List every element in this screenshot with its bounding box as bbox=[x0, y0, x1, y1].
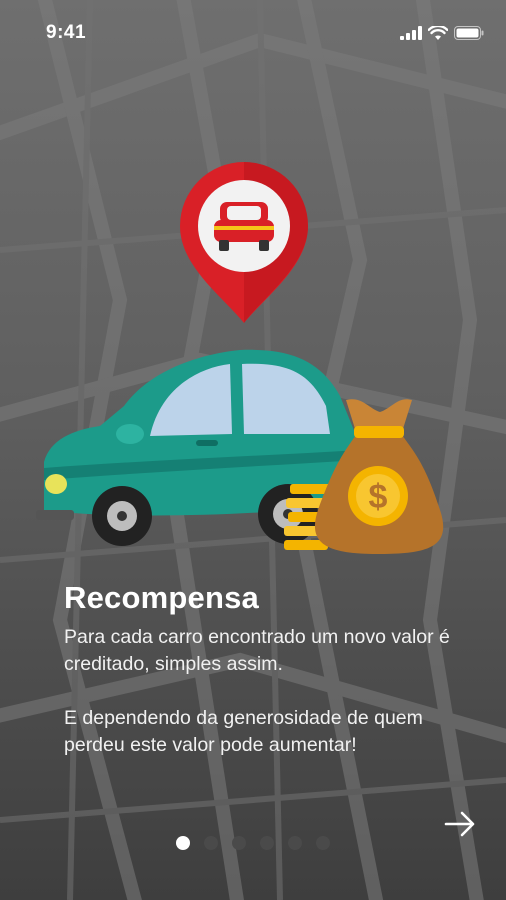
pagination-dot-5[interactable] bbox=[288, 836, 302, 850]
hero-illustration: $ bbox=[36, 162, 444, 554]
onboarding-paragraph-2: E dependendo da generosidade de quem per… bbox=[64, 707, 423, 756]
pagination-dots bbox=[176, 836, 330, 850]
wifi-icon bbox=[428, 25, 448, 40]
pagination-dot-6[interactable] bbox=[316, 836, 330, 850]
status-time: 9:41 bbox=[46, 22, 87, 43]
onboarding-title: Recompensa bbox=[64, 580, 259, 615]
pagination-dot-1[interactable] bbox=[176, 836, 190, 850]
pagination-dot-4[interactable] bbox=[260, 836, 274, 850]
next-button[interactable] bbox=[436, 802, 484, 846]
pagination-dot-3[interactable] bbox=[232, 836, 246, 850]
signal-icon bbox=[400, 26, 422, 40]
pagination-dot-2[interactable] bbox=[204, 836, 218, 850]
battery-icon bbox=[454, 26, 484, 40]
status-bar: 9:41 bbox=[0, 0, 506, 66]
status-icons bbox=[400, 25, 484, 41]
onboarding-text: Recompensa Para cada carro encontrado um… bbox=[64, 580, 464, 759]
onboarding-paragraph-1: Para cada carro encontrado um novo valor… bbox=[64, 626, 450, 675]
svg-text:$: $ bbox=[369, 478, 388, 516]
car-location-pin-icon bbox=[180, 162, 308, 323]
arrow-right-icon bbox=[444, 811, 475, 837]
